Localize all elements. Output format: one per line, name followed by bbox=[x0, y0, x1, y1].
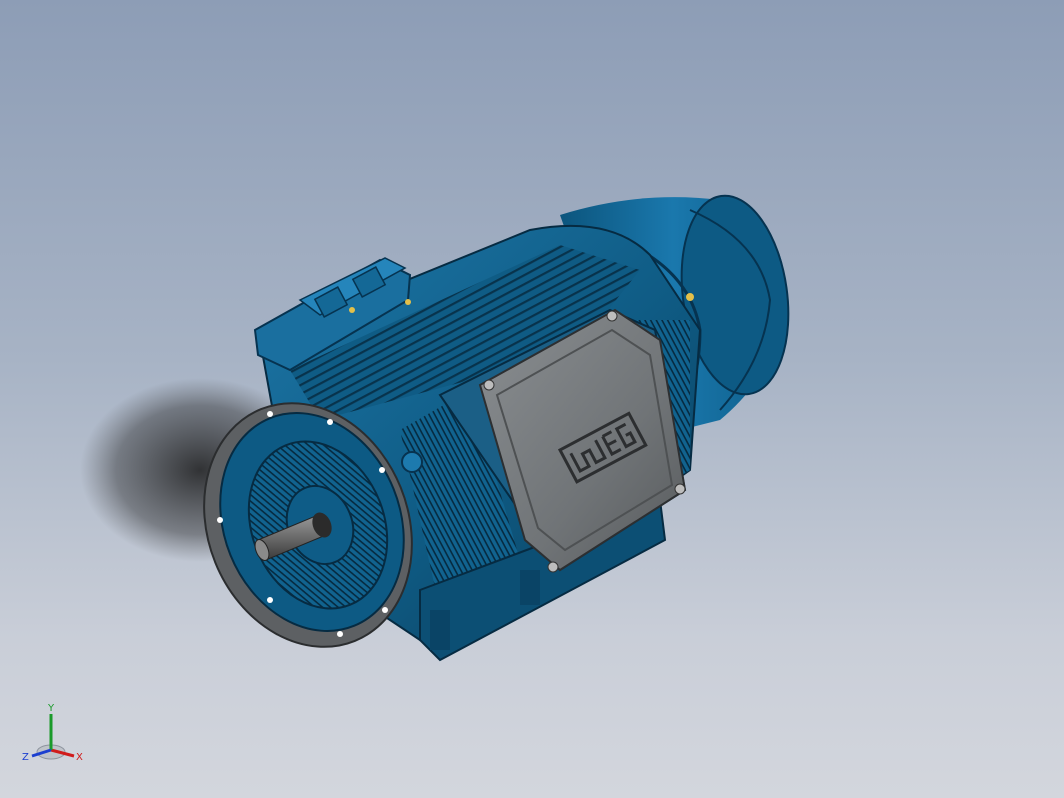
x-axis-label: X bbox=[76, 752, 83, 763]
flange-hole-icon bbox=[379, 467, 385, 473]
graphics-viewport[interactable]: X Y Z bbox=[0, 0, 1064, 798]
y-axis-label: Y bbox=[47, 703, 55, 714]
flange-hole-icon bbox=[382, 607, 388, 613]
bolt-icon bbox=[606, 310, 618, 322]
flange-hole-icon bbox=[217, 517, 223, 523]
bolt-icon bbox=[483, 379, 495, 391]
motor-model-scene[interactable] bbox=[0, 0, 1064, 798]
bolt-icon bbox=[686, 293, 694, 301]
lifting-eye-icon bbox=[401, 451, 423, 473]
view-orientation-triad[interactable]: X Y Z bbox=[14, 700, 94, 780]
flange-hole-icon bbox=[267, 597, 273, 603]
bolt-icon bbox=[349, 307, 355, 313]
z-axis-label: Z bbox=[22, 752, 29, 763]
bolt-icon bbox=[547, 561, 559, 573]
bolt-icon bbox=[405, 299, 411, 305]
flange-hole-icon bbox=[267, 411, 273, 417]
bolt-icon bbox=[674, 483, 686, 495]
flange-hole-icon bbox=[327, 419, 333, 425]
flange-hole-icon bbox=[337, 631, 343, 637]
